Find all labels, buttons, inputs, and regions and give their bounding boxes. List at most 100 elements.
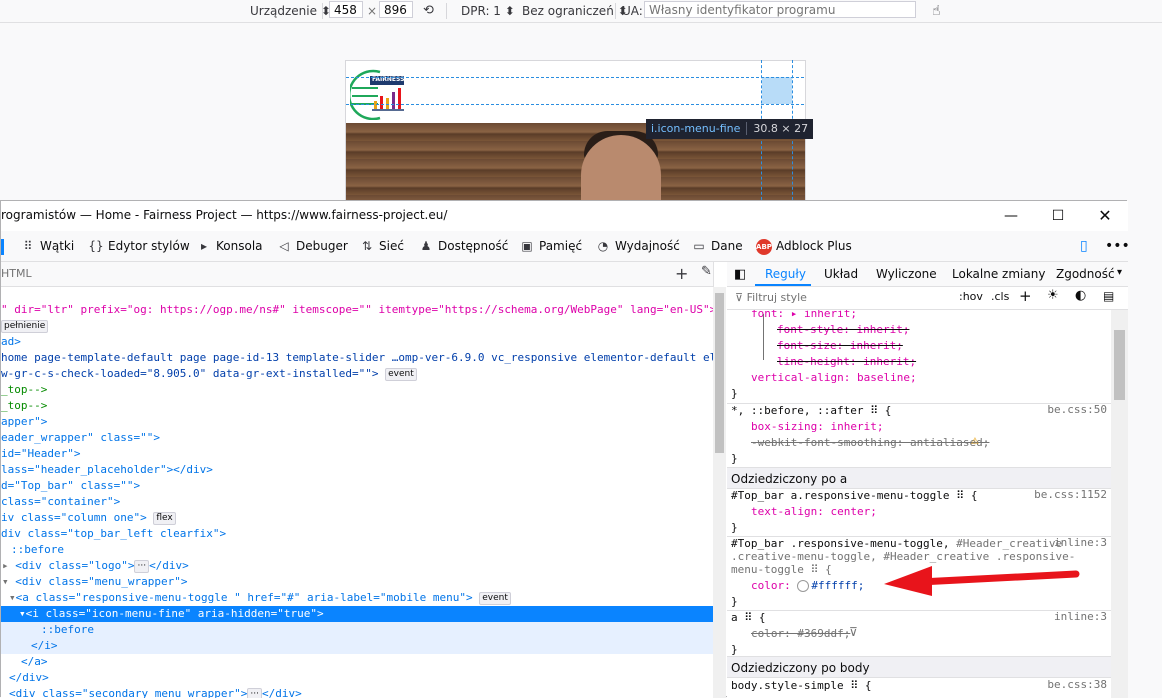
device-select[interactable]: Urządzenie ⬍ (250, 2, 331, 20)
rule-prop[interactable]: color: #369ddf; (731, 626, 850, 642)
tab-changes[interactable]: Lokalne zmiany (952, 267, 1045, 281)
expand-arrow-icon[interactable]: ▸ (2, 559, 9, 572)
markup-line[interactable]: apper"> (1, 414, 47, 430)
markup-line[interactable]: ::before (1, 542, 64, 558)
light-mode-icon[interactable]: ☀ (1047, 288, 1059, 303)
flex-badge[interactable]: flex (153, 512, 175, 525)
markup-line[interactable]: class="container"> (1, 494, 120, 510)
dark-mode-icon[interactable]: ◐ (1075, 288, 1086, 303)
toggle-sidebar-icon[interactable]: ◧ (734, 267, 746, 282)
markup-line[interactable]: eader_wrapper" class=""> (1, 430, 160, 446)
markup-line[interactable]: ::before (1, 622, 713, 638)
tab-layout[interactable]: Układ (824, 267, 858, 281)
tab-adblock-plus[interactable]: ABPAdblock Plus (756, 237, 852, 255)
maximize-icon[interactable]: ☐ (1048, 207, 1068, 225)
tab-memory[interactable]: ▣Pamięć (519, 237, 582, 255)
event-badge[interactable]: event (479, 592, 511, 605)
markup-line[interactable]: ad> (1, 334, 21, 350)
tab-debugger[interactable]: ◁Debuger (276, 237, 348, 255)
rotate-icon[interactable]: ⟲ (423, 2, 434, 20)
print-simulation-icon[interactable]: ▤ (1103, 289, 1114, 303)
hov-button[interactable]: :hov (959, 290, 983, 303)
collapsed-badge[interactable]: ··· (134, 560, 149, 573)
rule-selector[interactable]: #Top_bar a.responsive-menu-toggle ⠿ { (731, 488, 977, 504)
markup-search-input[interactable]: HTML (1, 267, 32, 280)
event-badge[interactable]: event (385, 368, 417, 381)
more-options-icon[interactable]: ••• (1105, 237, 1130, 255)
overflow-badge[interactable]: pełnienie (1, 320, 48, 333)
rule-prop[interactable]: color: #ffffff; (731, 578, 864, 594)
rule-prop[interactable]: box-sizing: inherit; (731, 419, 883, 435)
rules-scrollbar[interactable] (1111, 310, 1128, 698)
close-icon[interactable]: ✕ (1095, 207, 1115, 225)
markup-line[interactable]: w-gr-c-s-check-loaded="8.905.0" data-gr-… (1, 366, 417, 382)
rule-source-link[interactable]: inline:3 (1054, 610, 1107, 623)
tab-style-editor[interactable]: {}Edytor stylów (88, 237, 190, 255)
markup-line[interactable]: " dir="ltr" prefix="og: https://ogp.me/n… (1, 302, 713, 318)
markup-line[interactable]: iv class="column one"> flex (1, 510, 176, 526)
markup-line[interactable]: d="Top_bar" class=""> (1, 478, 140, 494)
rule-prop[interactable]: font: ▸ inherit; (731, 310, 857, 322)
markup-line[interactable]: ▾<a class="responsive-menu-toggle " href… (1, 590, 511, 606)
add-node-icon[interactable]: + (675, 264, 688, 283)
tab-performance[interactable]: ◔Wydajność (595, 237, 680, 255)
dpr-select[interactable]: DPR: 1 ⬍ (461, 2, 515, 20)
tabs-overflow-icon[interactable]: ▾ (1117, 267, 1122, 278)
tab-rules[interactable]: Reguły (765, 267, 806, 281)
rule-prop[interactable]: -webkit-font-smoothing: antialiased; (731, 435, 989, 451)
filter-icon[interactable]: ⊽ (849, 625, 858, 639)
markup-line-selected[interactable]: ▾<i class="icon-menu-fine" aria-hidden="… (1, 606, 713, 622)
warning-icon[interactable]: ⚠ (971, 433, 979, 448)
markup-line[interactable]: <div class="secondary_menu_wrapper">···<… (1, 686, 302, 698)
viewport-width-input[interactable] (329, 1, 363, 18)
markup-scrollbar[interactable] (713, 287, 726, 698)
tab-compatibility[interactable]: Zgodność (1056, 267, 1115, 281)
add-rule-icon[interactable]: + (1019, 287, 1032, 305)
collapse-arrow-icon[interactable]: ▾ (19, 607, 26, 620)
rule-prop[interactable]: font-style: inherit; (731, 322, 909, 338)
scrollbar-thumb[interactable] (715, 293, 724, 453)
viewport-height-input[interactable] (379, 1, 413, 18)
color-swatch[interactable] (797, 580, 809, 592)
rule-source-link[interactable]: be.css:1152 (1034, 488, 1107, 501)
tab-network[interactable]: ⇅Sieć (359, 237, 404, 255)
minimize-icon[interactable]: — (1001, 207, 1021, 225)
markup-line[interactable]: pełnienie (1, 318, 48, 334)
markup-line[interactable]: </a> (1, 654, 48, 670)
markup-line[interactable]: _top--> (1, 398, 47, 414)
markup-line[interactable]: ▸ <div class="logo">···</div> (1, 558, 189, 574)
cls-button[interactable]: .cls (991, 290, 1009, 303)
rule-selector[interactable]: body.style-simple ⠿ { (731, 678, 872, 694)
rule-selector[interactable]: menu-toggle ⠿ { (731, 562, 832, 578)
rule-prop[interactable]: line-height: inherit; (731, 354, 916, 370)
markup-line[interactable]: _top--> (1, 382, 47, 398)
markup-line[interactable]: </div> (1, 670, 49, 686)
rule-selector[interactable]: a ⠿ { (731, 610, 766, 626)
rule-selector[interactable]: *, ::before, ::after ⠿ { (731, 403, 891, 419)
collapse-arrow-icon[interactable]: ▾ (9, 591, 16, 604)
ua-input[interactable] (644, 1, 916, 18)
scrollbar-thumb[interactable] (1114, 330, 1125, 400)
markup-line[interactable]: lass="header_placeholder"></div> (1, 462, 213, 478)
responsive-mode-icon[interactable]: ▯ (1080, 237, 1088, 255)
rule-prop[interactable]: text-align: center; (731, 504, 877, 520)
collapsed-badge[interactable]: ··· (247, 688, 262, 698)
rule-prop[interactable]: font-size: inherit; (731, 338, 903, 354)
markup-line[interactable]: id="Header"> (1, 446, 80, 462)
markup-line[interactable]: </i> (1, 638, 713, 654)
markup-line[interactable]: ▾ <div class="menu_wrapper"> (1, 574, 187, 590)
rule-source-link[interactable]: inline:3 (1054, 536, 1107, 549)
rule-source-link[interactable]: be.css:38 (1047, 678, 1107, 691)
tab-accessibility[interactable]: ♟Dostępność (418, 237, 508, 255)
collapse-arrow-icon[interactable]: ▾ (2, 575, 9, 588)
tab-storage[interactable]: ▭Dane (691, 237, 743, 255)
markup-line[interactable]: div class="top_bar_left clearfix"> (1, 526, 226, 542)
filter-styles-input[interactable]: ⊽ Filtruj style (735, 291, 807, 304)
touch-simulation-icon[interactable]: ☝ (932, 2, 941, 20)
rule-prop[interactable]: vertical-align: baseline; (731, 370, 917, 386)
tab-threads[interactable]: ⠿Wątki (20, 237, 74, 255)
tab-computed[interactable]: Wyliczone (876, 267, 937, 281)
throttle-select[interactable]: Bez ograniczeń ⬍ (522, 2, 628, 20)
inspector-tab-edge[interactable] (1, 239, 4, 255)
rule-source-link[interactable]: be.css:50 (1047, 403, 1107, 416)
